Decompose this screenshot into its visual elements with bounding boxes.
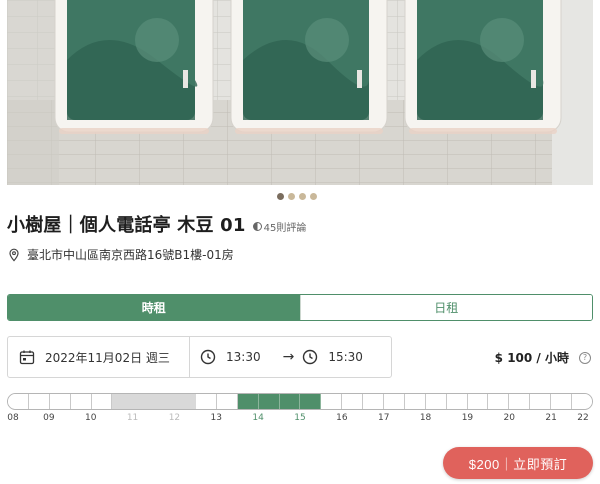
timeline-slot[interactable] [8, 394, 29, 409]
timeline-slot[interactable] [258, 394, 280, 409]
timeline-slot [154, 394, 176, 409]
date-picker[interactable]: 2022年11月02日 週三 [8, 337, 190, 377]
gallery-dot[interactable] [310, 193, 317, 200]
timeline-hour-label: 15 [294, 413, 306, 423]
timeline-hour-label: 14 [252, 413, 264, 423]
timeline-hour-label: 19 [461, 413, 474, 423]
timeline-slot[interactable] [572, 394, 592, 409]
gallery-pagination[interactable] [277, 193, 317, 200]
timeline-slot[interactable] [404, 394, 426, 409]
review-link[interactable]: 45則評論 [252, 219, 307, 234]
phone-booth-photo [7, 0, 593, 185]
timeline-hour-label: 20 [503, 413, 516, 423]
clock-icon [303, 349, 318, 365]
timeline-slot[interactable] [425, 394, 447, 409]
timeline-slot[interactable] [530, 394, 552, 409]
timeline-hour-labels: 08 09 10 11 12 13 14 15 16 17 18 19 20 21 22 [0, 413, 600, 425]
timeline-slot[interactable] [551, 394, 573, 409]
timeline-hour-label: 18 [419, 413, 432, 423]
timeline-slot[interactable] [279, 394, 301, 409]
location-pin-icon [9, 248, 19, 262]
end-time[interactable]: 15:30 [328, 350, 363, 364]
timeline-slot[interactable] [363, 394, 385, 409]
time-range-picker[interactable]: 13:30 → 15:30 [190, 337, 363, 377]
timeline-slot[interactable] [467, 394, 489, 409]
timeline-slot [133, 394, 155, 409]
gallery-dot[interactable] [299, 193, 306, 200]
timeline-slot [112, 394, 134, 409]
timeline-hour-label: 12 [168, 413, 181, 423]
timeline-slot[interactable] [488, 394, 510, 409]
arrow-right-icon: → [282, 349, 295, 365]
datetime-picker: 2022年11月02日 週三 13:30 → 15:30 [7, 336, 392, 378]
tab-hourly[interactable]: 時租 [8, 295, 300, 320]
timeline-slot[interactable] [321, 394, 343, 409]
gallery-dot[interactable] [288, 193, 295, 200]
listing-title: 小樹屋｜個人電話亭 木豆 01 [7, 215, 246, 236]
availability-timeline[interactable] [7, 393, 593, 410]
timeline-slot[interactable] [342, 394, 364, 409]
timeline-slot[interactable] [196, 394, 217, 409]
timeline-slot [175, 394, 197, 409]
address-row: 臺北市中山區南京西路16號B1樓-01房 [7, 246, 234, 263]
calendar-icon [19, 350, 35, 365]
listing-header: 小樹屋｜個人電話亭 木豆 01 45則評論 [7, 211, 306, 237]
timeline-hour-label: 16 [336, 413, 348, 423]
timeline-hour-label: 17 [377, 413, 390, 423]
hourly-price: $ 100 / 小時 ? [495, 349, 591, 366]
clock-icon [200, 349, 216, 365]
book-now-button[interactable]: $200｜立即預訂 [443, 447, 593, 479]
timeline-hour-label: 13 [210, 413, 223, 423]
start-time[interactable]: 13:30 [226, 350, 261, 364]
timeline-slot[interactable] [91, 394, 113, 409]
half-star-icon [252, 222, 262, 231]
timeline-slot[interactable] [237, 394, 259, 409]
timeline-slot[interactable] [509, 394, 531, 409]
timeline-hour-label: 10 [84, 413, 97, 423]
gallery-dot[interactable] [277, 193, 284, 200]
address-text: 臺北市中山區南京西路16號B1樓-01房 [27, 248, 234, 262]
selected-date: 2022年11月02日 週三 [45, 350, 170, 365]
timeline-hour-label: 21 [545, 413, 557, 423]
rental-type-tabs: 時租 日租 [7, 294, 593, 321]
tab-daily[interactable]: 日租 [299, 295, 592, 320]
timeline-hour-label: 11 [126, 413, 139, 423]
timeline-slot[interactable] [384, 394, 405, 409]
review-count: 45則評論 [263, 223, 307, 234]
help-icon[interactable]: ? [579, 351, 591, 364]
timeline-slot[interactable] [216, 394, 238, 409]
timeline-slot[interactable] [446, 394, 468, 409]
timeline-hour-label: 08 [7, 413, 19, 423]
price-text: $ 100 / 小時 [494, 351, 569, 365]
timeline-hour-label: 22 [577, 413, 589, 423]
timeline-slot[interactable] [28, 394, 50, 409]
timeline-slot[interactable] [70, 394, 92, 409]
timeline-slot[interactable] [49, 394, 71, 409]
timeline-slot[interactable] [300, 394, 322, 409]
hero-photo[interactable] [7, 0, 593, 185]
timeline-hour-label: 09 [43, 413, 55, 423]
